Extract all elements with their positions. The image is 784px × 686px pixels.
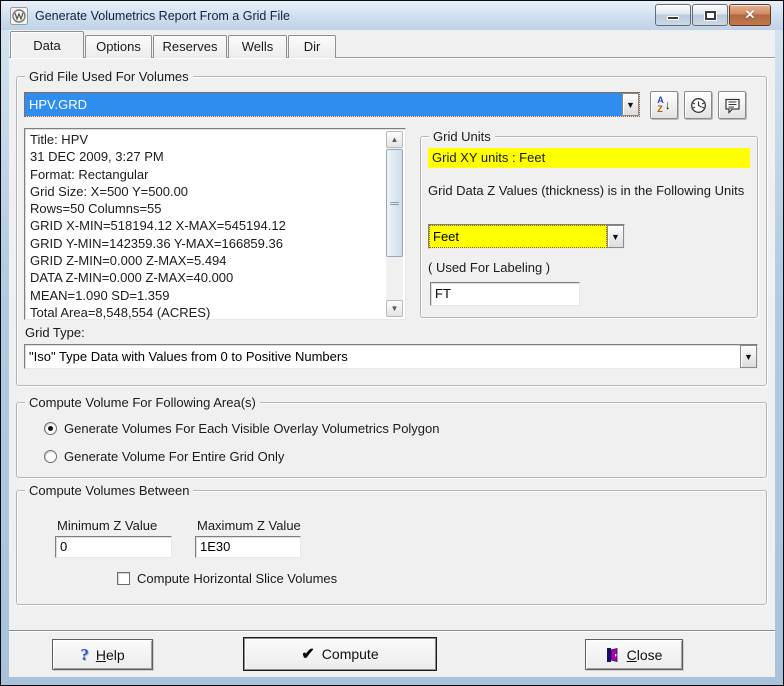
radio-overlay-polygons[interactable]: Generate Volumes For Each Visible Overla… bbox=[44, 421, 440, 436]
z-units-combobox[interactable]: Feet ▼ bbox=[428, 224, 625, 249]
tab-data-label: Data bbox=[33, 38, 60, 53]
tab-reserves[interactable]: Reserves bbox=[153, 35, 227, 58]
tab-dir-label: Dir bbox=[304, 39, 321, 54]
grid-file-combobox-dropdown[interactable]: ▼ bbox=[622, 93, 639, 116]
used-for-labeling-caption: ( Used For Labeling ) bbox=[428, 260, 550, 275]
tab-data[interactable]: Data bbox=[10, 31, 84, 58]
grid-type-combobox-value: "Iso" Type Data with Values from 0 to Po… bbox=[25, 345, 740, 368]
file-notes-button[interactable] bbox=[718, 91, 746, 119]
grid-units-group-title: Grid Units bbox=[429, 129, 495, 144]
grid-info-text: Title: HPV 31 DEC 2009, 3:27 PM Format: … bbox=[25, 129, 405, 321]
grid-file-group-title: Grid File Used For Volumes bbox=[25, 69, 193, 84]
compute-button-label: Compute bbox=[322, 646, 379, 662]
compute-area-group-title: Compute Volume For Following Area(s) bbox=[25, 395, 260, 410]
grid-type-combobox[interactable]: "Iso" Type Data with Values from 0 to Po… bbox=[24, 344, 758, 369]
scrollbar-grip-icon bbox=[390, 202, 399, 205]
close-icon: ✕ bbox=[745, 7, 756, 23]
z-units-combobox-value: Feet bbox=[429, 225, 607, 248]
app-icon bbox=[10, 7, 28, 25]
radio-entire-grid[interactable]: Generate Volume For Entire Grid Only bbox=[44, 449, 284, 464]
tab-wells-label: Wells bbox=[242, 39, 274, 54]
grid-type-combobox-dropdown[interactable]: ▼ bbox=[740, 345, 757, 368]
chevron-down-icon: ▼ bbox=[611, 232, 620, 242]
maximize-button[interactable] bbox=[692, 4, 728, 26]
compute-button[interactable]: ✔ Compute bbox=[243, 637, 437, 671]
window-title: Generate Volumetrics Report From a Grid … bbox=[35, 9, 290, 23]
footer-divider bbox=[9, 630, 775, 632]
grid-xy-units-label: Grid XY units : Feet bbox=[428, 148, 750, 168]
scroll-down-button[interactable]: ▼ bbox=[386, 300, 403, 317]
tab-options-label: Options bbox=[96, 39, 141, 54]
recent-files-button[interactable] bbox=[684, 91, 712, 119]
scroll-up-button[interactable]: ▲ bbox=[386, 131, 403, 148]
minimize-icon bbox=[667, 16, 679, 20]
title-bar[interactable]: Generate Volumetrics Report From a Grid … bbox=[1, 1, 783, 30]
scrollbar-thumb[interactable] bbox=[386, 149, 403, 257]
dialog-window: Generate Volumetrics Report From a Grid … bbox=[0, 0, 784, 686]
close-button[interactable]: Close bbox=[585, 639, 683, 670]
tab-dir[interactable]: Dir bbox=[288, 35, 336, 58]
help-icon: ? bbox=[80, 645, 89, 665]
max-z-label: Maximum Z Value bbox=[197, 518, 301, 533]
sort-az-icon: AZ ↓ bbox=[657, 96, 671, 114]
grid-file-combobox-value: HPV.GRD bbox=[25, 93, 622, 116]
help-button[interactable]: ? Help bbox=[52, 639, 153, 670]
compute-between-group-title: Compute Volumes Between bbox=[25, 483, 193, 498]
tab-options[interactable]: Options bbox=[85, 35, 152, 58]
exit-door-icon bbox=[606, 647, 620, 663]
radio-entire-grid-circle bbox=[44, 450, 57, 463]
tab-reserves-label: Reserves bbox=[163, 39, 218, 54]
comment-icon bbox=[724, 97, 741, 114]
checkmark-icon: ✔ bbox=[301, 644, 314, 664]
grid-file-combobox[interactable]: HPV.GRD ▼ bbox=[24, 92, 640, 117]
close-window-button[interactable]: ✕ bbox=[729, 4, 771, 26]
radio-entire-grid-label: Generate Volume For Entire Grid Only bbox=[64, 449, 284, 464]
min-z-input[interactable]: 0 bbox=[55, 536, 172, 558]
radio-overlay-polygons-circle bbox=[44, 422, 57, 435]
memo-scrollbar[interactable]: ▲ ▼ bbox=[386, 131, 403, 317]
arrow-up-icon: ▲ bbox=[391, 135, 399, 144]
compute-area-group: Compute Volume For Following Area(s) bbox=[16, 402, 767, 478]
minimize-button[interactable] bbox=[655, 4, 691, 26]
horizontal-slice-checkbox-box bbox=[117, 572, 130, 585]
arrow-down-icon: ▼ bbox=[391, 304, 399, 313]
grid-info-memo[interactable]: Title: HPV 31 DEC 2009, 3:27 PM Format: … bbox=[24, 128, 406, 320]
radio-overlay-polygons-label: Generate Volumes For Each Visible Overla… bbox=[64, 421, 440, 436]
tab-wells[interactable]: Wells bbox=[228, 35, 287, 58]
grid-type-label: Grid Type: bbox=[25, 325, 85, 340]
z-units-combobox-dropdown[interactable]: ▼ bbox=[607, 225, 624, 248]
horizontal-slice-checkbox[interactable]: Compute Horizontal Slice Volumes bbox=[117, 571, 337, 586]
max-z-input[interactable]: 1E30 bbox=[195, 536, 301, 558]
min-z-label: Minimum Z Value bbox=[57, 518, 157, 533]
help-button-label: Help bbox=[96, 647, 125, 663]
horizontal-slice-checkbox-label: Compute Horizontal Slice Volumes bbox=[137, 571, 337, 586]
close-button-label: Close bbox=[627, 647, 663, 663]
clock-icon bbox=[690, 97, 707, 114]
chevron-down-icon: ▼ bbox=[744, 352, 753, 362]
maximize-icon bbox=[705, 11, 716, 20]
grid-z-units-caption: Grid Data Z Values (thickness) is in the… bbox=[428, 182, 746, 199]
labeling-units-input[interactable]: FT bbox=[430, 282, 580, 306]
sort-az-button[interactable]: AZ ↓ bbox=[650, 91, 678, 119]
chevron-down-icon: ▼ bbox=[626, 100, 635, 110]
